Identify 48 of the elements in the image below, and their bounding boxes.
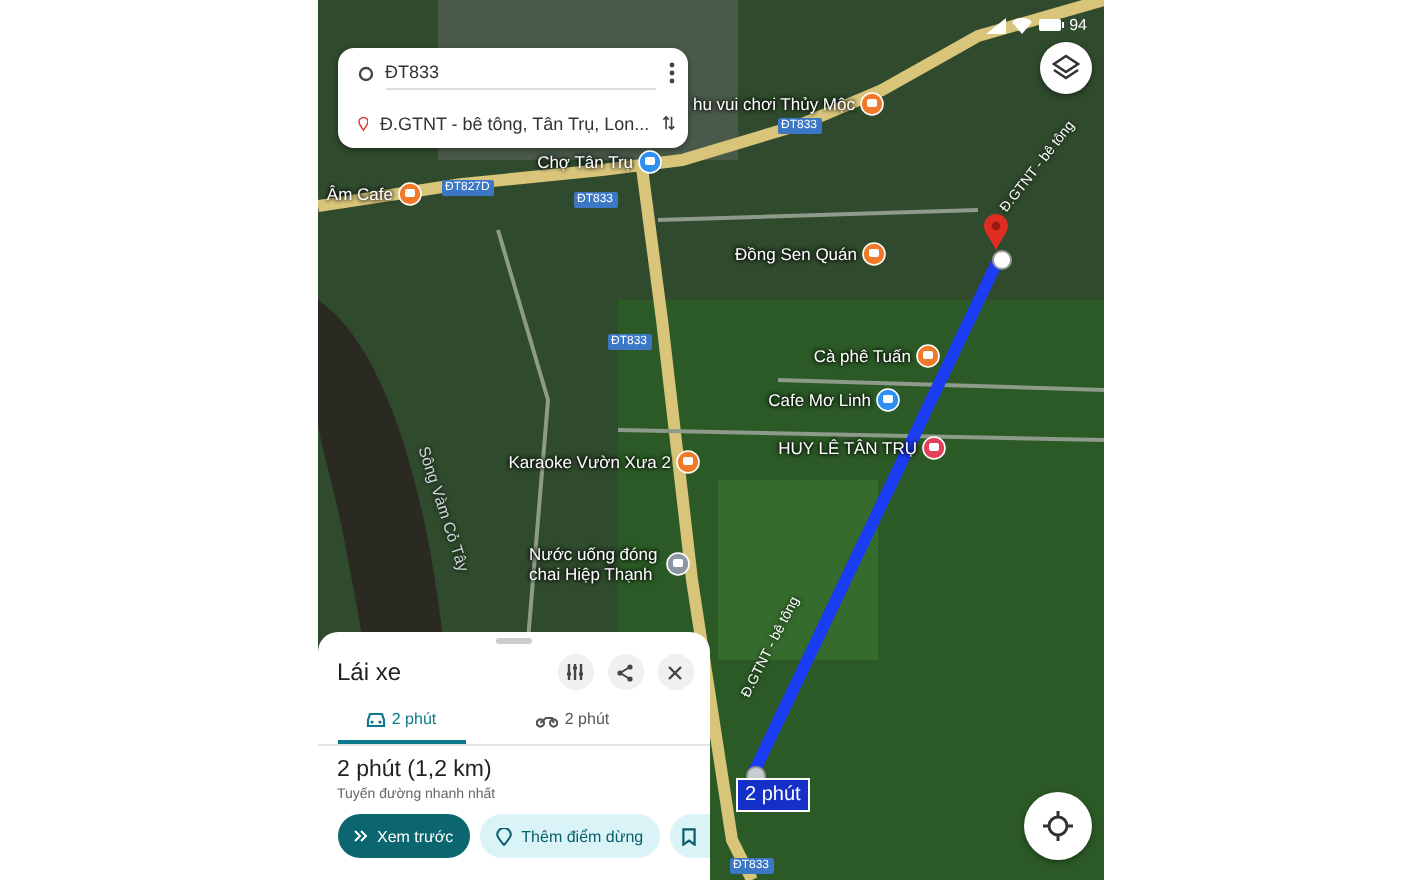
place-pin-icon[interactable] bbox=[921, 436, 945, 460]
route-time-badge: 2 phút bbox=[735, 778, 811, 812]
bookmark-icon bbox=[681, 827, 696, 845]
tune-icon bbox=[566, 664, 584, 680]
place-label[interactable]: Cafe Mơ Linh bbox=[768, 390, 871, 410]
place-pin-icon[interactable] bbox=[675, 450, 699, 474]
place-pin-icon[interactable] bbox=[859, 92, 883, 116]
sheet-title: Lái xe bbox=[337, 658, 402, 686]
travel-mode-tab[interactable]: 2 phút bbox=[337, 702, 465, 744]
river-label: Sông Vàm Cỏ Tây bbox=[413, 444, 471, 574]
double-chevron-icon bbox=[353, 830, 367, 842]
save-button[interactable] bbox=[669, 814, 709, 858]
place-pin-icon[interactable] bbox=[915, 344, 939, 368]
signal-icon bbox=[985, 17, 1006, 33]
share-icon bbox=[616, 663, 634, 681]
motorbike-icon bbox=[536, 711, 559, 727]
close-button[interactable] bbox=[657, 654, 693, 690]
place-pin-icon[interactable] bbox=[875, 388, 899, 412]
close-icon bbox=[668, 665, 682, 679]
origin-circle-icon bbox=[357, 65, 373, 82]
travel-mode-tab[interactable]: 2 phút bbox=[509, 702, 637, 744]
place-label[interactable]: Nước uống đóng chai Hiệp Thạnh bbox=[529, 544, 661, 584]
place-pin-icon[interactable] bbox=[637, 150, 661, 174]
location-target-icon bbox=[1041, 810, 1073, 842]
car-icon bbox=[365, 711, 386, 727]
add-pin-icon bbox=[495, 827, 512, 845]
wifi-icon bbox=[1011, 17, 1032, 33]
layers-icon bbox=[1051, 54, 1079, 82]
route-summary: 2 phút (1,2 km) bbox=[337, 758, 494, 782]
battery-level: 94 bbox=[1069, 16, 1087, 34]
swap-icon[interactable] bbox=[661, 112, 675, 135]
more-options-icon[interactable] bbox=[667, 62, 675, 85]
battery-icon bbox=[1037, 18, 1064, 32]
place-label[interactable]: Karaoke Vườn Xưa 2 bbox=[508, 452, 671, 472]
place-pin-icon[interactable] bbox=[861, 242, 885, 266]
location-pin-icon bbox=[357, 113, 368, 134]
share-button[interactable] bbox=[607, 654, 643, 690]
place-pin-icon[interactable] bbox=[665, 552, 689, 576]
origin-field[interactable]: ĐT833 bbox=[385, 56, 655, 91]
place-label[interactable]: Cà phê Tuấn bbox=[813, 346, 911, 366]
destination-pin-icon bbox=[981, 212, 1009, 252]
destination-field[interactable]: Đ.GTNT - bê tông, Tân Trụ, Lon... bbox=[379, 107, 650, 140]
options-button[interactable] bbox=[557, 654, 593, 690]
preview-button[interactable]: Xem trước bbox=[337, 814, 470, 858]
place-label[interactable]: Đồng Sen Quán bbox=[735, 244, 857, 264]
place-pin-icon[interactable] bbox=[397, 182, 421, 206]
add-stop-button[interactable]: Thêm điểm dừng bbox=[479, 814, 660, 858]
drag-handle[interactable] bbox=[495, 638, 531, 644]
